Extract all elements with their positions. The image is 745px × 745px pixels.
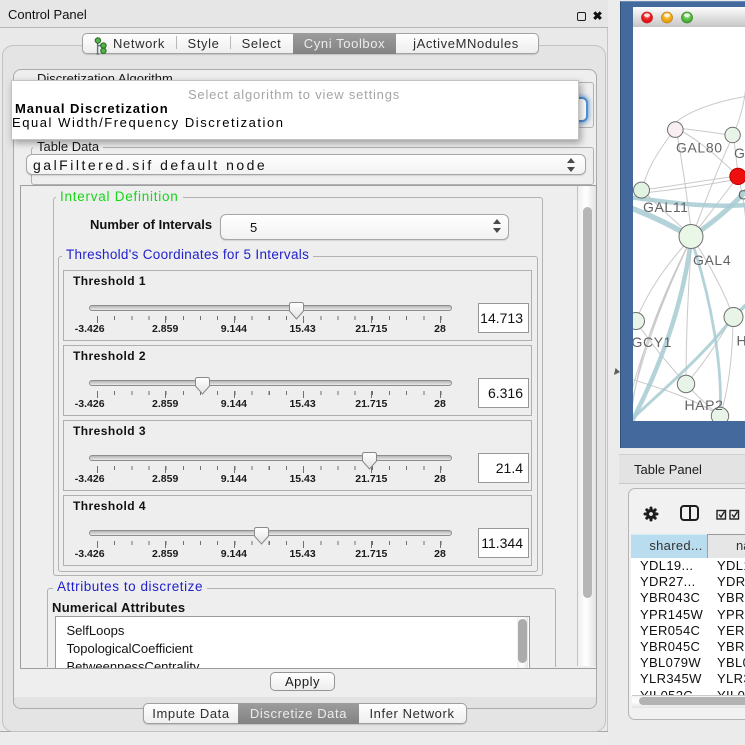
svg-text:GAL4: GAL4 <box>693 252 731 268</box>
svg-text:GAL11: GAL11 <box>643 199 689 215</box>
svg-text:GCY1: GCY1 <box>633 334 672 350</box>
svg-text:GA: GA <box>734 145 745 161</box>
svg-text:GAL80: GAL80 <box>676 140 723 156</box>
svg-text:HAP2: HAP2 <box>685 397 724 413</box>
svg-text:CA: CA <box>738 187 745 203</box>
svg-text:H: H <box>737 333 745 349</box>
